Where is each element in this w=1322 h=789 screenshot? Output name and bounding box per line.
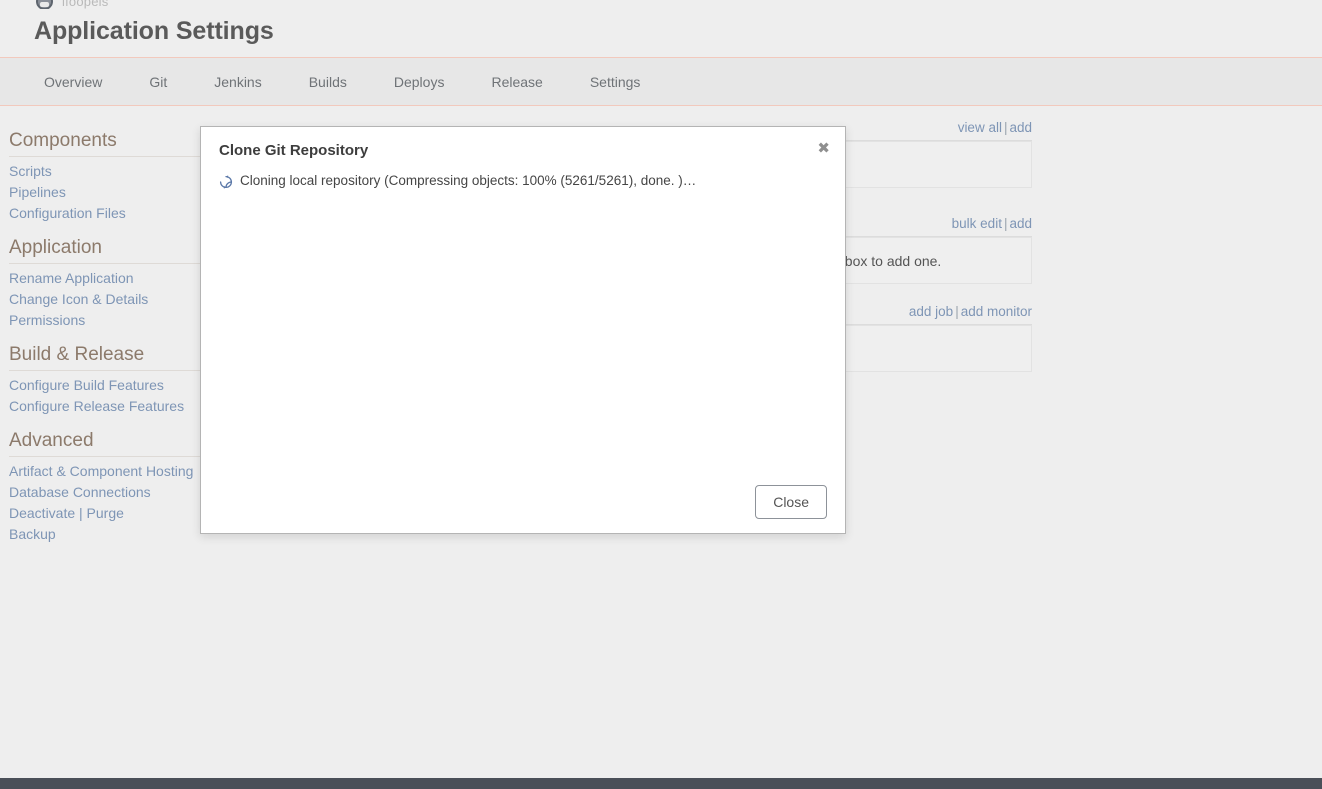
panel-action-add-monitor[interactable]: add monitor [961,304,1032,319]
action-separator: | [1003,120,1008,135]
breadcrumb[interactable]: ifoopeis [62,0,108,9]
tab-git[interactable]: Git [149,74,167,90]
dialog-title: Clone Git Repository [219,142,369,159]
sidebar-item-change-icon-details[interactable]: Change Icon & Details [9,289,200,310]
panel-action-view-all[interactable]: view all [958,120,1002,135]
loading-spinner-icon [219,175,233,189]
sidebar-group-heading: Application [9,237,200,264]
action-separator: | [1003,216,1008,231]
app-avatar-icon [36,0,53,9]
tab-deploys[interactable]: Deploys [394,74,445,90]
sidebar-item-pipelines[interactable]: Pipelines [9,182,200,203]
close-button[interactable]: Close [755,485,827,519]
clone-git-repository-dialog: Clone Git Repository ✖ Cloning local rep… [200,126,846,534]
panel-action-add[interactable]: add [1009,120,1032,135]
tab-jenkins[interactable]: Jenkins [214,74,261,90]
nav-bar: Overview Git Jenkins Builds Deploys Release Se… [0,57,1322,106]
tab-builds[interactable]: Builds [309,74,347,90]
sidebar-item-configure-build-features[interactable]: Configure Build Features [9,375,200,396]
sidebar-group-build-release: Build & Release Configure Build Features C… [9,344,200,417]
sidebar-group-components: Components Scripts Pipelines Configuration … [9,130,200,224]
sidebar-item-configure-release-features[interactable]: Configure Release Features [9,396,200,417]
page-title: Application Settings [34,17,274,45]
clone-status-text: Cloning local repository (Compressing ob… [240,173,697,188]
tab-settings[interactable]: Settings [590,74,641,90]
sidebar-group-application: Application Rename Application Change Icon… [9,237,200,331]
panel-action-add-job[interactable]: add job [909,304,953,319]
sidebar-item-permissions[interactable]: Permissions [9,310,200,331]
sidebar-item-backup[interactable]: Backup [9,524,200,545]
sidebar-item-scripts[interactable]: Scripts [9,161,200,182]
page-header: Application Settings [0,9,1322,57]
sidebar-item-deactivate-purge[interactable]: Deactivate | Purge [9,503,200,524]
settings-sidebar: Components Scripts Pipelines Configuration … [0,106,200,558]
tab-overview[interactable]: Overview [44,74,102,90]
action-separator: | [955,304,959,319]
sidebar-group-heading: Build & Release [9,344,200,371]
clone-status-row: Cloning local repository (Compressing ob… [219,173,827,189]
sidebar-item-configuration-files[interactable]: Configuration Files [9,203,200,224]
sidebar-group-heading: Advanced [9,430,200,457]
tab-release[interactable]: Release [491,74,542,90]
sidebar-item-database-connections[interactable]: Database Connections [9,482,200,503]
close-icon[interactable]: ✖ [817,141,830,156]
dialog-header: Clone Git Repository ✖ [201,127,845,173]
sidebar-group-heading: Components [9,130,200,157]
sidebar-group-advanced: Advanced Artifact & Component Hosting Data… [9,430,200,545]
panel-action-add[interactable]: add [1009,216,1032,231]
dialog-body: Cloning local repository (Compressing ob… [201,173,845,473]
nav-tabs: Overview Git Jenkins Builds Deploys Release Se… [0,58,1322,105]
panel-action-bulk-edit[interactable]: bulk edit [952,216,1002,231]
dialog-footer: Close [201,471,845,533]
breadcrumb-bar: ifoopeis [0,0,1322,9]
sidebar-item-artifact-component-hosting[interactable]: Artifact & Component Hosting [9,461,200,482]
footer-bar [0,778,1322,789]
sidebar-item-rename-application[interactable]: Rename Application [9,268,200,289]
